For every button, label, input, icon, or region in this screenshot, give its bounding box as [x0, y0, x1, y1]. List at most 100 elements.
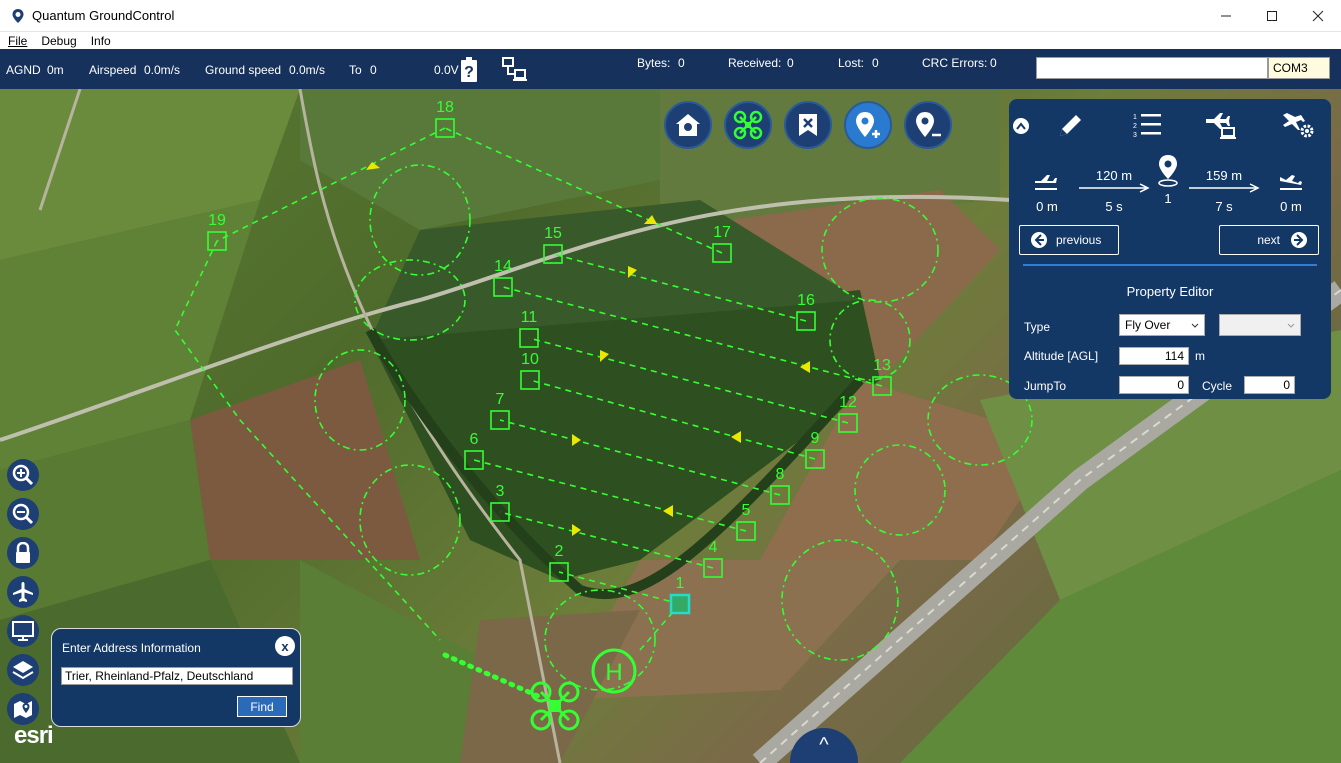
bytes-value: 0: [678, 56, 685, 70]
menu-file[interactable]: File: [8, 34, 27, 48]
close-button[interactable]: [1295, 0, 1341, 32]
tab-edit[interactable]: [1054, 109, 1088, 141]
address-input[interactable]: Trier, Rheinland-Pfalz, Deutschland: [61, 667, 293, 685]
maximize-icon: [1267, 11, 1277, 21]
find-button[interactable]: Find: [237, 696, 287, 717]
lost-value: 0: [872, 56, 879, 70]
next-label: next: [1257, 233, 1280, 247]
svg-text:11: 11: [521, 309, 538, 326]
svg-text:H: H: [605, 659, 622, 686]
address-dialog: Enter Address Information x Trier, Rhein…: [51, 628, 301, 727]
svg-text:1: 1: [676, 575, 685, 592]
crc-label: CRC Errors:: [922, 56, 988, 70]
remove-waypoint-button[interactable]: [904, 101, 952, 149]
vehicle-button[interactable]: [724, 101, 772, 149]
time-after: 7 s: [1215, 199, 1233, 214]
svg-text:15: 15: [544, 225, 562, 242]
distance-after: 159 m: [1205, 168, 1243, 183]
takeoff-icon: [1035, 175, 1057, 190]
layers-button[interactable]: [7, 654, 39, 686]
zoom-out-icon: [12, 503, 34, 525]
agnd-value: 0m: [47, 63, 64, 77]
plane-link-icon: [1206, 113, 1236, 139]
remove-waypoint-icon: [916, 112, 941, 137]
to-value: 0: [370, 63, 377, 77]
edit-icon: [1060, 115, 1081, 136]
zoom-out-button[interactable]: [7, 498, 39, 530]
panel-divider: [1023, 264, 1317, 266]
time-before: 5 s: [1105, 199, 1123, 214]
svg-text:13: 13: [873, 357, 891, 374]
received-value: 0: [787, 56, 794, 70]
svg-text:3: 3: [1133, 132, 1137, 139]
to-label: To: [349, 63, 362, 77]
return-home-button[interactable]: [664, 101, 712, 149]
arrow-left-circle-icon: [1031, 232, 1047, 248]
voltage-value: 0.0V: [434, 63, 459, 77]
previous-button[interactable]: previous: [1019, 225, 1119, 255]
cycle-input[interactable]: 0: [1244, 376, 1295, 394]
tab-plane-link[interactable]: [1204, 109, 1238, 141]
map-pin-icon: [14, 701, 32, 718]
chevron-down-icon: [1287, 323, 1295, 328]
type-label: Type: [1024, 320, 1051, 334]
distance-before: 120 m: [1095, 168, 1133, 183]
arrow-right-circle-icon: [1291, 232, 1307, 248]
svg-text:5: 5: [742, 502, 751, 519]
clear-mission-button[interactable]: [784, 101, 832, 149]
arrow-right-icon: [1189, 183, 1260, 193]
svg-text:16: 16: [797, 292, 815, 309]
lost-label: Lost:: [838, 56, 865, 70]
connection-input[interactable]: [1036, 57, 1268, 79]
zoom-in-button[interactable]: [7, 459, 39, 491]
jumpto-label: JumpTo: [1024, 379, 1067, 393]
agnd-label: AGND: [6, 63, 41, 77]
next-button[interactable]: next: [1219, 225, 1319, 255]
home-icon: [676, 114, 700, 136]
chevron-down-icon: [1191, 323, 1199, 328]
drone-icon: [733, 110, 763, 140]
address-close-button[interactable]: x: [275, 636, 295, 656]
lock-icon: [16, 542, 30, 563]
menu-info[interactable]: Info: [91, 34, 111, 48]
com-port-select[interactable]: COM3: [1268, 57, 1330, 79]
landing-icon: [1280, 175, 1302, 190]
type-param-select[interactable]: [1219, 314, 1301, 336]
connection-icon[interactable]: [502, 57, 528, 81]
received-label: Received:: [728, 56, 782, 70]
map-search-button[interactable]: [7, 693, 39, 725]
svg-text:17: 17: [713, 224, 731, 241]
type-select[interactable]: Fly Over: [1119, 314, 1205, 336]
title-bar: Quantum GroundControl: [0, 0, 1341, 32]
menu-debug[interactable]: Debug: [41, 34, 76, 48]
mission-panel: 1 2 3 0 m 120 m 5 s 1 159 m 7 s 0 m prev…: [1009, 99, 1331, 399]
jumpto-input[interactable]: 0: [1119, 376, 1189, 394]
maximize-button[interactable]: [1249, 0, 1295, 32]
svg-text:2: 2: [555, 543, 564, 560]
airspeed-value: 0.0m/s: [144, 63, 181, 77]
display-button[interactable]: [7, 615, 39, 647]
groundspeed-value: 0.0m/s: [289, 63, 326, 77]
minimize-button[interactable]: [1203, 0, 1249, 32]
add-waypoint-button[interactable]: [844, 101, 892, 149]
tab-list[interactable]: 1 2 3: [1130, 109, 1164, 141]
center-vehicle-button[interactable]: [7, 576, 39, 608]
plane-settings-icon: [1283, 113, 1314, 138]
altitude-input[interactable]: 114: [1119, 347, 1189, 365]
svg-text:10: 10: [521, 351, 539, 368]
tab-plane-settings[interactable]: [1281, 109, 1315, 141]
chevron-up-icon: [1016, 122, 1026, 130]
address-dialog-title: Enter Address Information: [62, 641, 201, 655]
svg-text:18: 18: [436, 99, 454, 116]
cycle-label: Cycle: [1202, 379, 1233, 393]
svg-text:3: 3: [496, 483, 505, 500]
window-title: Quantum GroundControl: [32, 8, 175, 23]
lock-map-button[interactable]: [7, 537, 39, 569]
altitude-label: Altitude [AGL]: [1024, 349, 1099, 363]
airplane-icon: [13, 582, 33, 602]
app-logo-icon: [12, 8, 24, 23]
waypoint-marker-icon: [1158, 155, 1178, 187]
layers-icon: [12, 661, 34, 680]
collapse-panel-button[interactable]: [1013, 118, 1029, 134]
type-value: Fly Over: [1125, 318, 1171, 332]
